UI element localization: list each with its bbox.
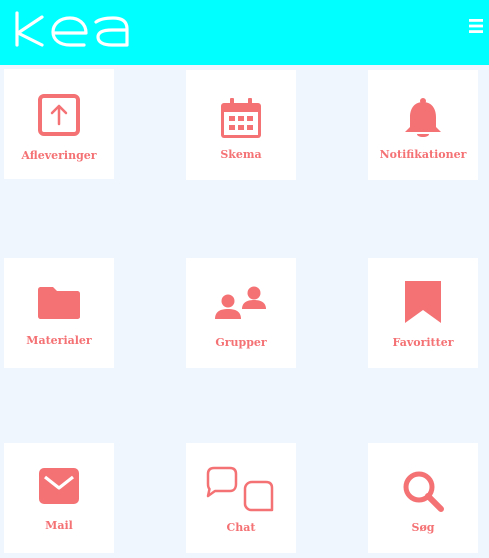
tile-label: Grupper	[215, 336, 267, 349]
tile-label: Skema	[220, 148, 262, 161]
tile-label: Chat	[226, 521, 256, 534]
tile-mail[interactable]: Mail	[4, 443, 114, 553]
tile-label: Materialer	[26, 334, 92, 347]
tile-chat[interactable]: Chat	[186, 443, 296, 553]
tile-soeg[interactable]: Søg	[368, 443, 478, 553]
tile-label: Søg	[411, 521, 435, 534]
bookmark-icon	[405, 281, 441, 323]
tile-label: Notifikationer	[379, 148, 467, 161]
mail-icon	[39, 468, 79, 504]
upload-icon	[38, 94, 80, 136]
tile-favoritter[interactable]: Favoritter	[368, 258, 478, 368]
app-header	[0, 0, 489, 65]
group-icon	[215, 286, 266, 319]
tile-notifikationer[interactable]: Notifikationer	[368, 70, 478, 180]
tile-label: Afleveringer	[21, 149, 97, 162]
chat-icon	[206, 466, 274, 512]
folder-icon	[38, 287, 80, 319]
bell-icon	[405, 98, 441, 137]
tile-skema[interactable]: Skema	[186, 70, 296, 180]
tile-materialer[interactable]: Materialer	[4, 258, 114, 368]
tile-afleveringer[interactable]: Afleveringer	[4, 69, 114, 179]
hamburger-icon[interactable]	[469, 18, 483, 34]
tile-label: Favoritter	[392, 336, 454, 349]
calendar-icon	[221, 98, 261, 138]
tile-label: Mail	[45, 519, 73, 532]
tile-grupper[interactable]: Grupper	[186, 258, 296, 368]
search-icon	[403, 471, 444, 512]
kea-logo[interactable]	[14, 11, 144, 47]
